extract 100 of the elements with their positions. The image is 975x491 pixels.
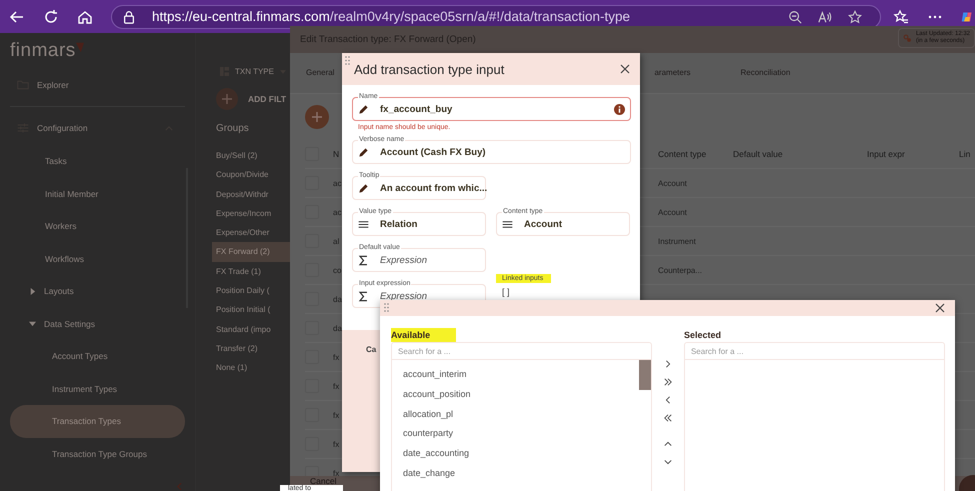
list-item[interactable]: counterparty: [403, 426, 652, 446]
group-item[interactable]: Buy/Sell (2): [212, 146, 290, 166]
sidebar-item[interactable]: Workers: [10, 210, 185, 242]
caret-down-icon[interactable]: [29, 320, 36, 328]
table-cell: ac: [333, 208, 342, 216]
move-up-icon[interactable]: [664, 440, 672, 448]
plus-icon: [312, 112, 322, 122]
column-header: Content type: [658, 149, 706, 159]
address-bar[interactable]: https://eu-central.finmars.com/realm0v4ry/space05srn/a/#!/data/transaction-type: [111, 4, 881, 28]
drag-handle-icon[interactable]: [384, 303, 390, 312]
layout-button[interactable]: TXN TYPE: [220, 67, 286, 79]
sidebar-item[interactable]: Tasks: [10, 145, 185, 178]
table-cell: al: [333, 236, 340, 246]
cancel-button[interactable]: Cancel: [310, 476, 336, 486]
logo-mark: [76, 42, 84, 53]
table-cell: co: [333, 266, 342, 274]
pencil-icon: [358, 182, 369, 194]
list-item[interactable]: account_position: [403, 386, 652, 407]
group-item[interactable]: FX Forward (2): [212, 242, 290, 262]
expression-input[interactable]: Expression: [380, 254, 470, 266]
list-item[interactable]: allocation_pl: [403, 406, 652, 426]
caret-right-icon[interactable]: [29, 288, 36, 295]
move-left-icon[interactable]: [664, 396, 672, 404]
sidebar-item[interactable]: Transaction Types: [10, 405, 185, 438]
sigma-icon: [358, 254, 369, 266]
sidebar-item[interactable]: Layouts: [10, 275, 185, 308]
home-icon[interactable]: [77, 8, 93, 24]
table-cell: Instrument: [658, 236, 696, 246]
sidebar-item[interactable]: Instrument Types: [10, 372, 185, 405]
add-button[interactable]: [305, 105, 329, 129]
read-aloud-icon[interactable]: [818, 10, 832, 24]
list-heading: Available: [391, 328, 456, 342]
sidebar-item[interactable]: Explorer: [10, 68, 185, 102]
table-cell: Account: [658, 178, 687, 188]
groups-heading: Groups: [216, 123, 250, 134]
sidebar-item[interactable]: Configuration: [10, 111, 185, 145]
sidebar-item[interactable]: Account Types: [10, 340, 185, 372]
back-icon[interactable]: [9, 8, 25, 24]
refresh-icon[interactable]: [43, 8, 59, 24]
tab[interactable]: arameters: [654, 64, 690, 82]
sidebar-item[interactable]: Transaction Type Groups: [10, 438, 185, 470]
add-filter-label[interactable]: ADD FILT: [248, 94, 286, 104]
group-item[interactable]: Position Initial (: [212, 300, 290, 320]
group-item[interactable]: Position Daily (: [212, 281, 290, 300]
lock-icon: [122, 10, 136, 24]
table-cell: fx: [333, 468, 340, 478]
group-item[interactable]: FX Trade (1): [212, 262, 290, 282]
close-icon[interactable]: [935, 303, 945, 313]
pencil-icon: [358, 146, 369, 158]
pencil-icon: [358, 104, 369, 114]
sigma-icon: [358, 290, 369, 302]
column-header: Lin: [959, 149, 970, 159]
sidebar-item[interactable]: Workflows: [10, 242, 185, 275]
group-item[interactable]: Expense/Incom: [212, 204, 290, 224]
search-field[interactable]: Search for a ...: [391, 342, 652, 360]
table-cell: da: [333, 294, 342, 304]
table-cell: fx: [333, 410, 340, 420]
url-text: https://eu-central.finmars.com/realm0v4ry/space05srn/a/#!/data/transaction-type: [152, 9, 630, 24]
tab[interactable]: Reconciliation: [740, 64, 790, 82]
group-item[interactable]: Coupon/Divide: [212, 165, 290, 185]
add-filter-button[interactable]: [216, 88, 238, 110]
move-all-left-icon[interactable]: [664, 414, 672, 422]
dialog-title: Add transaction type input: [354, 62, 504, 76]
sidebar-item[interactable]: Data Settings: [10, 308, 185, 340]
table-cell: ac: [333, 178, 342, 188]
group-item[interactable]: None (1): [212, 358, 290, 378]
table-cell: fx: [333, 382, 340, 390]
move-right-icon[interactable]: [664, 360, 672, 368]
list-item[interactable]: date_change: [403, 466, 652, 486]
column-header: Default value: [733, 149, 783, 159]
table-cell: fx: [333, 440, 340, 448]
move-all-right-icon[interactable]: [664, 378, 672, 386]
cancel-button[interactable]: Ca: [366, 345, 376, 354]
tab[interactable]: General: [306, 64, 334, 82]
table-cell: da: [333, 324, 342, 332]
close-icon[interactable]: [620, 64, 630, 74]
table-cell: fx: [333, 352, 340, 362]
list-heading: Selected: [684, 329, 722, 342]
group-item[interactable]: Expense/Other: [212, 223, 290, 242]
list-item[interactable]: date_accounting: [403, 446, 652, 466]
group-item[interactable]: Standard (impo: [212, 320, 290, 339]
group-item[interactable]: Deposit/Withdr: [212, 184, 290, 204]
group-item[interactable]: Transfer (2): [212, 338, 290, 358]
column-header: N: [333, 149, 340, 159]
zoom-out-icon[interactable]: [788, 10, 802, 24]
drag-handle-icon[interactable]: [345, 56, 351, 65]
info-icon: [614, 104, 625, 114]
search-field[interactable]: Search for a ...: [684, 342, 946, 360]
move-down-icon[interactable]: [664, 458, 672, 466]
favorites-icon[interactable]: [893, 8, 909, 24]
star-icon[interactable]: [848, 10, 862, 24]
column-header: Input expr: [867, 149, 905, 159]
sidebar-item[interactable]: Initial Member: [10, 178, 185, 210]
finmars-logo: finmars: [0, 33, 84, 68]
plus-icon: [222, 94, 232, 104]
scrollbar-thumb[interactable]: [639, 360, 652, 390]
expression-input[interactable]: Expression: [380, 290, 470, 302]
menu-icon: [358, 218, 369, 230]
table-cell: Account: [658, 208, 687, 216]
table-cell: Counterpa...: [658, 266, 702, 274]
